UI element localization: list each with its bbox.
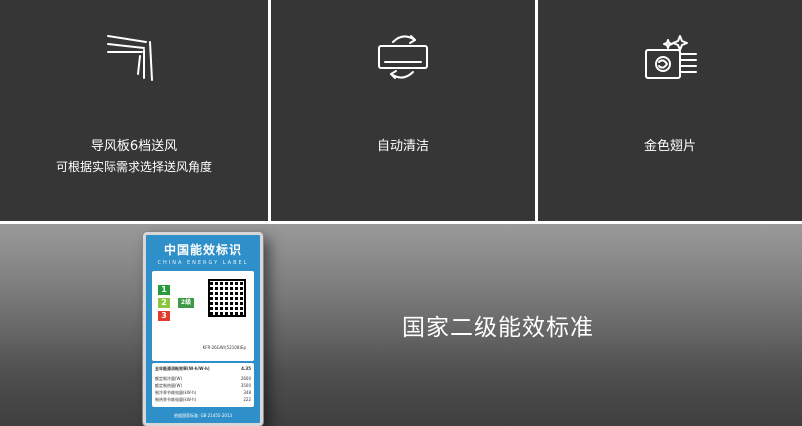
- model-number: KFR-26GW/(52108)Ep: [202, 345, 246, 350]
- efficiency-ratio-label: 全年能源消耗效率(W·h/W·h): [155, 366, 210, 371]
- energy-headline: 国家二级能效标准: [402, 315, 594, 341]
- spec-value: 222: [243, 397, 251, 402]
- golden-fin-icon: [645, 35, 697, 79]
- current-grade-badge: 2级: [178, 298, 194, 308]
- energy-label-image: 中国能效标识 CHINA ENERGY LABEL 1 2 3 2级 KFR-2…: [143, 232, 263, 426]
- energy-label-title: 中国能效标识: [163, 243, 242, 257]
- feature-card-louver: 导风板6档送风 可根据实际需求选择送风角度: [0, 0, 268, 221]
- energy-label-grade-panel: 1 2 3 2级 KFR-26GW/(52108)Ep: [152, 271, 254, 361]
- feature-subtitle: 可根据实际需求选择送风角度: [55, 160, 212, 174]
- spec-name: 额定制冷量(W): [155, 376, 183, 381]
- spec-value: 2600: [240, 376, 251, 381]
- grade-3: 3: [158, 311, 170, 321]
- grade-2: 2: [158, 298, 170, 308]
- self-clean-icon: [378, 35, 428, 79]
- feature-card-self-clean: 自动清洁: [271, 0, 535, 221]
- feature-card-golden-fin: 金色翅片: [538, 0, 802, 221]
- efficiency-ratio-value: 4.35: [241, 366, 251, 371]
- feature-title: 金色翅片: [643, 139, 696, 154]
- louver-airflow-icon: [107, 35, 153, 81]
- energy-efficiency-banner: 中国能效标识 CHINA ENERGY LABEL 1 2 3 2级 KFR-2…: [0, 224, 802, 426]
- spec-value: 348: [243, 390, 251, 395]
- energy-label-standard: 依据国家标准: GB 21455-2013: [173, 413, 233, 418]
- spec-name: 制热季节耗电量(kW·h): [155, 397, 197, 402]
- feature-title: 导风板6档送风: [90, 139, 178, 154]
- spec-value: 3500: [240, 383, 251, 388]
- feature-title: 自动清洁: [376, 139, 429, 154]
- grade-1: 1: [158, 285, 170, 295]
- spec-name: 额定制热量(W): [155, 383, 183, 388]
- energy-label-specs: 全年能源消耗效率(W·h/W·h) 4.35 额定制冷量(W) 2600 额定制…: [152, 363, 254, 407]
- energy-label-subtitle: CHINA ENERGY LABEL: [157, 260, 249, 266]
- qr-code: [208, 279, 246, 317]
- spec-name: 制冷季节耗电量(kW·h): [155, 390, 197, 395]
